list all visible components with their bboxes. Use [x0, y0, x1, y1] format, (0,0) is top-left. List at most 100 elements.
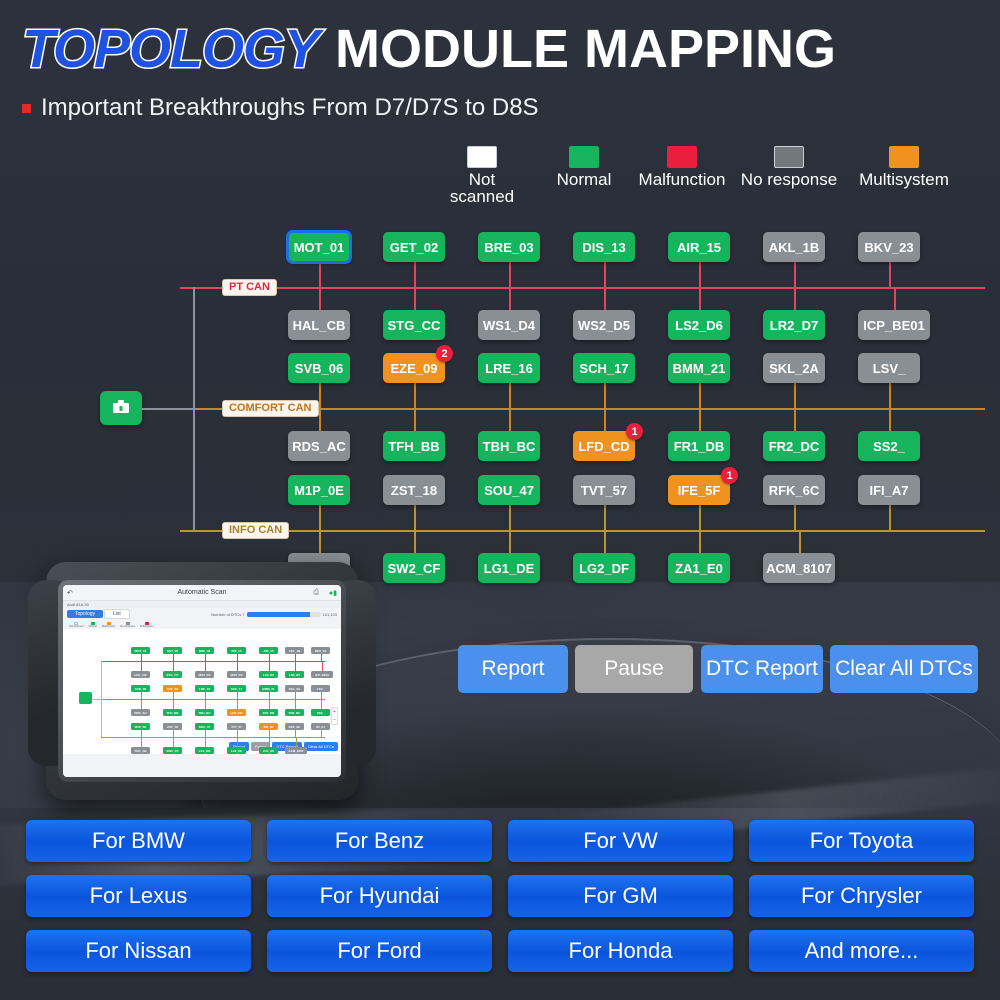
topology-node[interactable]: SKL_2A — [763, 353, 825, 383]
brand-button-for-bmw[interactable]: For BMW — [26, 820, 251, 862]
action-button-report[interactable]: Report — [458, 645, 568, 693]
topology-node[interactable]: AKL_1B — [763, 232, 825, 262]
topology-node[interactable]: SCH_17 — [573, 353, 635, 383]
tablet-topology-canvas[interactable]: + − ReportPauseDTC ReportClear All DTCs … — [63, 629, 341, 754]
tablet-topology-node[interactable]: WS1_D4 — [195, 671, 214, 678]
tablet-topology-node[interactable]: ZA1_E0 — [259, 747, 278, 754]
topology-node[interactable]: IFI_A7 — [858, 475, 920, 505]
tablet-topology-node[interactable]: TVT_57 — [227, 723, 246, 730]
topology-node[interactable]: LG1_DE — [478, 553, 540, 583]
tablet-topology-node[interactable]: BMM_21 — [259, 685, 278, 692]
topology-node[interactable]: BKV_23 — [858, 232, 920, 262]
tablet-topology-node[interactable]: IFI_A7 — [311, 723, 330, 730]
tablet-gateway-icon[interactable] — [79, 692, 92, 704]
tablet-topology-node[interactable]: LG1_DE — [195, 747, 214, 754]
tablet-topology-node[interactable]: LR2_D7 — [285, 671, 304, 678]
tablet-topology-node[interactable]: TDC_AE — [131, 747, 150, 754]
gateway-icon[interactable] — [100, 391, 142, 425]
tablet-topology-node[interactable]: SKL_2A — [285, 685, 304, 692]
topology-node[interactable]: LG2_DF — [573, 553, 635, 583]
topology-node[interactable]: ICP_BE01 — [858, 310, 930, 340]
topology-node[interactable]: FR2_DC — [763, 431, 825, 461]
action-button-row[interactable]: Report Pause DTC Report Clear All DTCs — [458, 645, 978, 695]
tablet-topology-node[interactable]: MOT_01 — [131, 647, 150, 654]
topology-node[interactable]: ZA1_E0 — [668, 553, 730, 583]
topology-node[interactable]: ZST_18 — [383, 475, 445, 505]
tablet-topology-node[interactable]: STG_CC — [163, 671, 182, 678]
tab-list[interactable]: List — [104, 609, 130, 619]
brand-button-for-benz[interactable]: For Benz — [267, 820, 492, 862]
brand-button-for-vw[interactable]: For VW — [508, 820, 733, 862]
tablet-topology-node[interactable]: RFK_6C — [285, 723, 304, 730]
topology-node[interactable]: SW2_CF — [383, 553, 445, 583]
tablet-topology-node[interactable]: LSV_ — [311, 685, 330, 692]
tablet-topology-node[interactable]: SVB_06 — [131, 685, 150, 692]
topology-node[interactable]: SOU_47 — [478, 475, 540, 505]
topology-node[interactable]: GET_02 — [383, 232, 445, 262]
tablet-topology-node[interactable]: HAL_CB — [131, 671, 150, 678]
tablet-screen[interactable]: ↶ Automatic Scan ⎙ ●▮ Audi 61A.30 Topolo… — [63, 585, 341, 777]
tablet-topology-node[interactable]: SCH_17 — [227, 685, 246, 692]
tablet-topology-node[interactable]: SS2_ — [311, 709, 330, 716]
tablet-topology-node[interactable]: TFH_BB — [163, 709, 182, 716]
topology-node[interactable]: FR1_DB — [668, 431, 730, 461]
topology-node[interactable]: TBH_BC — [478, 431, 540, 461]
tablet-topology-node[interactable]: BRE_03 — [195, 647, 214, 654]
brand-button-for-chrysler[interactable]: For Chrysler — [749, 875, 974, 917]
zoom-out-button[interactable]: − — [333, 716, 336, 724]
topology-node[interactable]: TVT_57 — [573, 475, 635, 505]
brand-button-grid[interactable]: For BMW For Benz For VW For Toyota For Lexus… — [26, 820, 974, 972]
brand-button-for-ford[interactable]: For Ford — [267, 930, 492, 972]
tablet-topology-node[interactable]: EZE_09 — [163, 685, 182, 692]
brand-button-for-hyundai[interactable]: For Hyundai — [267, 875, 492, 917]
topology-node[interactable]: RFK_6C — [763, 475, 825, 505]
tablet-topology-node[interactable]: ICP_BE01 — [311, 671, 333, 678]
topology-node[interactable]: STG_CC — [383, 310, 445, 340]
brand-button-for-toyota[interactable]: For Toyota — [749, 820, 974, 862]
topology-node[interactable]: BMM_21 — [668, 353, 730, 383]
print-icon[interactable]: ⎙ — [313, 589, 319, 597]
topology-node[interactable]: LSV_ — [858, 353, 920, 383]
topology-node[interactable]: TFH_BB — [383, 431, 445, 461]
topology-node[interactable]: BRE_03 — [478, 232, 540, 262]
topology-node[interactable]: AIR_15 — [668, 232, 730, 262]
topology-node[interactable]: DIS_13 — [573, 232, 635, 262]
tablet-topology-node[interactable]: RDS_AC — [131, 709, 150, 716]
topology-node[interactable]: SVB_06 — [288, 353, 350, 383]
tablet-topology-node[interactable]: WS2_D5 — [227, 671, 246, 678]
tablet-topology-node[interactable]: TBH_BC — [195, 709, 214, 716]
brand-button-for-honda[interactable]: For Honda — [508, 930, 733, 972]
tablet-topology-node[interactable]: LFD_CD — [227, 709, 246, 716]
topology-node[interactable]: MOT_01 — [286, 230, 352, 264]
zoom-controls[interactable]: + − — [331, 707, 338, 725]
tablet-topology-node[interactable]: ACM_8107 — [285, 747, 307, 754]
zoom-in-button[interactable]: + — [333, 708, 336, 716]
brand-button-for-lexus[interactable]: For Lexus — [26, 875, 251, 917]
topology-diagram[interactable]: MOT_01 GET_02 BRE_03 DIS_13 AIR_15 AKL_1B BKV_… — [0, 222, 1000, 583]
tablet-topology-node[interactable]: LRE_16 — [195, 685, 214, 692]
topology-node[interactable]: LRE_16 — [478, 353, 540, 383]
action-button-clear-all-dtcs[interactable]: Clear All DTCs — [830, 645, 978, 693]
topology-node[interactable]: IFE_5F — [668, 475, 730, 505]
tablet-topology-node[interactable]: LG2_DF — [227, 747, 246, 754]
tablet-topology-node[interactable]: FR2_DC — [285, 709, 304, 716]
tablet-topology-node[interactable]: SOU_47 — [195, 723, 214, 730]
tablet-topology-node[interactable]: M1P_0E — [131, 723, 150, 730]
tablet-button-clear-all-dtcs[interactable]: Clear All DTCs — [303, 742, 338, 751]
topology-node[interactable]: RDS_AC — [288, 431, 350, 461]
brand-button-and-more[interactable]: And more... — [749, 930, 974, 972]
tablet-topology-node[interactable]: GET_02 — [163, 647, 182, 654]
tablet-tab-bar[interactable]: Topology List Number of DTCs 7 101,103 — [63, 608, 341, 620]
tab-topology[interactable]: Topology — [67, 610, 104, 618]
topology-node[interactable]: WS1_D4 — [478, 310, 540, 340]
tablet-topology-node[interactable]: FR1_DB — [259, 709, 278, 716]
topology-node[interactable]: LR2_D7 — [763, 310, 825, 340]
topology-node[interactable]: EZE_09 — [383, 353, 445, 383]
action-button-dtc-report[interactable]: DTC Report — [701, 645, 823, 693]
topology-node[interactable]: WS2_D5 — [573, 310, 635, 340]
tablet-topology-node[interactable]: AKL_1B — [285, 647, 304, 654]
topology-node[interactable]: SS2_ — [858, 431, 920, 461]
topology-node[interactable]: HAL_CB — [288, 310, 350, 340]
brand-button-for-nissan[interactable]: For Nissan — [26, 930, 251, 972]
action-button-pause[interactable]: Pause — [575, 645, 693, 693]
